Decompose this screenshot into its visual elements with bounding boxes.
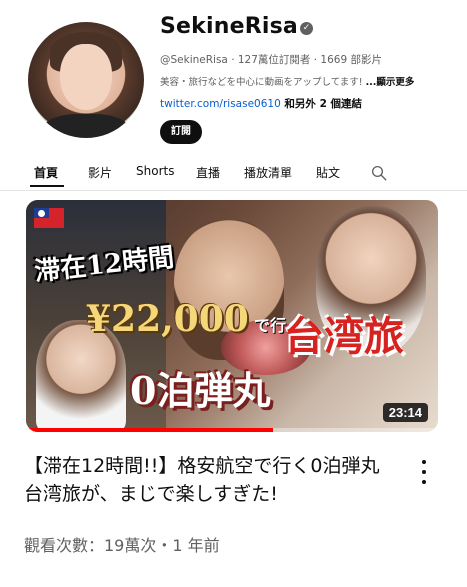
subscribe-button[interactable]: 訂閱 — [160, 120, 202, 144]
watch-progress-track — [26, 428, 438, 432]
tab-posts[interactable]: 貼文 — [316, 164, 340, 181]
taiwan-flag-icon — [34, 208, 64, 228]
show-more-link[interactable]: ...顯示更多 — [366, 77, 415, 88]
video-meta: 觀看次數：19萬次・1 年前 — [24, 536, 220, 555]
tab-videos[interactable]: 影片 — [88, 164, 112, 181]
watch-progress-fill — [26, 428, 274, 432]
video-duration-badge: 23:14 — [382, 403, 428, 422]
thumbnail-text-zero-night: 0泊弾丸 — [130, 368, 271, 413]
channel-avatar[interactable] — [28, 22, 144, 138]
channel-links[interactable]: twitter.com/risase0610 和另外 2 個連結 — [160, 96, 362, 111]
tab-playlists[interactable]: 播放清單 — [244, 164, 292, 181]
video-thumbnail[interactable]: 滞在12時間 ¥22,000 で行く 台湾旅 0泊弾丸 23:14 — [26, 200, 438, 432]
channel-link-url[interactable]: twitter.com/risase0610 — [160, 98, 281, 110]
tab-shorts[interactable]: Shorts — [136, 164, 174, 178]
channel-meta: @SekineRisa · 127萬位訂閱者 · 1669 部影片 — [160, 54, 382, 66]
thumbnail-text-taiwan-trip: 台湾旅 — [284, 313, 404, 360]
verified-check-icon: ✓ — [300, 22, 313, 35]
tab-live[interactable]: 直播 — [196, 164, 220, 181]
avatar-shirt — [42, 114, 130, 138]
channel-description-text: 美容・旅行などを中心に動画をアップしてます! — [160, 77, 366, 88]
channel-name: SekineRisa — [160, 14, 298, 39]
more-options-icon[interactable] — [420, 458, 428, 486]
thumbnail-text-price: ¥22,000 — [86, 298, 249, 340]
tab-home[interactable]: 首頁 — [34, 164, 58, 181]
active-tab-indicator — [30, 185, 64, 187]
tabs-divider — [0, 190, 467, 191]
video-title[interactable]: 【滞在12時間!!】格安航空で行く0泊弾丸台湾旅が、まじで楽しすぎた! — [24, 452, 394, 508]
channel-links-more[interactable]: 和另外 2 個連結 — [281, 98, 362, 110]
search-icon[interactable] — [370, 164, 388, 182]
avatar-face — [60, 44, 112, 110]
channel-description[interactable]: 美容・旅行などを中心に動画をアップしてます! ...顯示更多 — [160, 74, 414, 88]
